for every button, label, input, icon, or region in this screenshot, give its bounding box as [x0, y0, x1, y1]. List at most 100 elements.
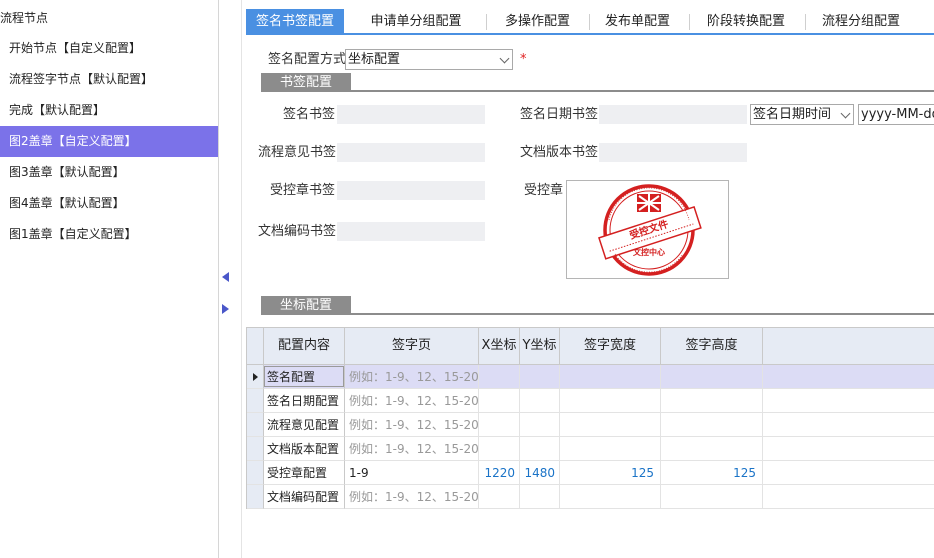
row-page-cell[interactable]: 例如：1-9、12、15-20 — [345, 413, 479, 437]
row-width-cell[interactable] — [560, 437, 661, 461]
row-y-cell[interactable]: 1480 — [520, 461, 560, 485]
sign-date-bookmark-input[interactable] — [599, 105, 747, 124]
method-select[interactable]: 坐标配置 — [345, 49, 513, 70]
row-width-cell[interactable] — [560, 389, 661, 413]
row-width-cell[interactable] — [560, 485, 661, 509]
node-tree-panel: 流程节点 开始节点【自定义配置】 流程签字节点【默认配置】 完成【默认配置】 图… — [0, 0, 219, 558]
row-pointer-icon — [253, 373, 258, 381]
controlled-stamp-image[interactable]: 受控文件 文控中心 — [566, 180, 729, 279]
row-width-cell[interactable] — [560, 365, 661, 389]
tab-application-group[interactable]: 申请单分组配置 — [366, 9, 466, 35]
row-filler — [763, 413, 934, 437]
grid-header-content[interactable]: 配置内容 — [264, 328, 345, 365]
controlled-bookmark-input[interactable] — [337, 181, 485, 200]
tab-separator — [486, 14, 487, 30]
table-row[interactable]: 文档编码配置 例如：1-9、12、15-20 — [247, 485, 934, 509]
row-indicator[interactable] — [247, 437, 264, 461]
panel-splitter[interactable] — [220, 0, 242, 558]
tab-separator — [805, 14, 806, 30]
row-indicator[interactable] — [247, 413, 264, 437]
tab-release-form[interactable]: 发布单配置 — [600, 9, 675, 35]
code-bookmark-label: 文档编码书签 — [258, 224, 337, 239]
row-width-cell[interactable]: 125 — [560, 461, 661, 485]
coordinate-section-title: 坐标配置 — [261, 296, 351, 315]
table-row[interactable]: 签名配置 例如：1-9、12、15-20 — [247, 365, 934, 389]
tab-signature-bookmark[interactable]: 签名书签配置 — [246, 9, 344, 35]
grid-header-filler — [763, 328, 934, 365]
row-height-cell[interactable] — [661, 389, 763, 413]
row-x-cell[interactable] — [479, 389, 520, 413]
row-name-cell[interactable]: 受控章配置 — [264, 461, 345, 485]
row-x-cell[interactable] — [479, 437, 520, 461]
row-indicator[interactable] — [247, 389, 264, 413]
row-page-cell[interactable]: 例如：1-9、12、15-20 — [345, 485, 479, 509]
tab-separator — [689, 14, 690, 30]
tree-item-stamp-2[interactable]: 图2盖章【自定义配置】 — [0, 126, 218, 157]
tree-item-stamp-3[interactable]: 图3盖章【默认配置】 — [0, 157, 218, 188]
row-height-cell[interactable] — [661, 365, 763, 389]
row-indicator[interactable] — [247, 461, 264, 485]
date-format-input[interactable]: yyyy-MM-dd H — [858, 104, 934, 125]
row-y-cell[interactable] — [520, 365, 560, 389]
sign-bookmark-input[interactable] — [337, 105, 485, 124]
required-mark: * — [520, 52, 527, 67]
row-y-cell[interactable] — [520, 413, 560, 437]
row-height-cell[interactable] — [661, 413, 763, 437]
tab-stage-transition[interactable]: 阶段转换配置 — [701, 9, 791, 35]
version-bookmark-input[interactable] — [599, 143, 747, 162]
row-height-cell[interactable] — [661, 485, 763, 509]
row-name-cell[interactable]: 文档版本配置 — [264, 437, 345, 461]
code-bookmark-input[interactable] — [337, 222, 485, 241]
tree-item-sign-node[interactable]: 流程签字节点【默认配置】 — [0, 64, 218, 95]
date-type-select[interactable]: 签名日期时间 — [750, 104, 854, 125]
tree-item-stamp-4[interactable]: 图4盖章【默认配置】 — [0, 188, 218, 219]
row-y-cell[interactable] — [520, 437, 560, 461]
row-y-cell[interactable] — [520, 389, 560, 413]
grid-header-y[interactable]: Y坐标 — [520, 328, 560, 365]
row-indicator[interactable] — [247, 365, 264, 389]
date-type-value: 签名日期时间 — [753, 107, 832, 122]
bookmark-section-title: 书签配置 — [261, 73, 351, 92]
expand-right-arrow-icon[interactable] — [222, 304, 229, 314]
opinion-bookmark-input[interactable] — [337, 143, 485, 162]
row-height-cell[interactable] — [661, 437, 763, 461]
grid-header-page[interactable]: 签字页 — [345, 328, 479, 365]
tree-root-label[interactable]: 流程节点 — [0, 9, 48, 27]
row-x-cell[interactable] — [479, 485, 520, 509]
row-name-cell[interactable]: 签名配置 — [264, 365, 345, 389]
config-tab-bar: 签名书签配置 申请单分组配置 多操作配置 发布单配置 阶段转换配置 流程分组配置 — [246, 9, 934, 35]
row-page-cell[interactable]: 例如：1-9、12、15-20 — [345, 389, 479, 413]
row-width-cell[interactable] — [560, 413, 661, 437]
row-x-cell[interactable] — [479, 413, 520, 437]
row-filler — [763, 485, 934, 509]
tab-process-group[interactable]: 流程分组配置 — [816, 9, 906, 35]
coordinate-grid: 配置内容 签字页 X坐标 Y坐标 签字宽度 签字高度 签名配置 例如：1-9、1… — [246, 327, 934, 509]
row-name-cell[interactable]: 签名日期配置 — [264, 389, 345, 413]
tree-item-finish[interactable]: 完成【默认配置】 — [0, 95, 218, 126]
row-filler — [763, 389, 934, 413]
tab-multi-operation[interactable]: 多操作配置 — [500, 9, 575, 35]
row-x-cell[interactable] — [479, 365, 520, 389]
collapse-left-arrow-icon[interactable] — [222, 272, 229, 282]
table-row[interactable]: 签名日期配置 例如：1-9、12、15-20 — [247, 389, 934, 413]
table-row[interactable]: 文档版本配置 例如：1-9、12、15-20 — [247, 437, 934, 461]
grid-row-header-corner — [247, 328, 264, 365]
table-row[interactable]: 流程意见配置 例如：1-9、12、15-20 — [247, 413, 934, 437]
focus-box — [264, 366, 344, 387]
coordinate-section-header: 坐标配置 — [261, 296, 934, 315]
grid-header-height[interactable]: 签字高度 — [661, 328, 763, 365]
row-x-cell[interactable]: 1220 — [479, 461, 520, 485]
row-y-cell[interactable] — [520, 485, 560, 509]
row-indicator[interactable] — [247, 485, 264, 509]
row-page-cell[interactable]: 例如：1-9、12、15-20 — [345, 437, 479, 461]
row-height-cell[interactable]: 125 — [661, 461, 763, 485]
row-page-cell[interactable]: 例如：1-9、12、15-20 — [345, 365, 479, 389]
row-name-cell[interactable]: 文档编码配置 — [264, 485, 345, 509]
tree-item-start[interactable]: 开始节点【自定义配置】 — [0, 33, 218, 64]
grid-header-width[interactable]: 签字宽度 — [560, 328, 661, 365]
table-row[interactable]: 受控章配置 1-9 1220 1480 125 125 — [247, 461, 934, 485]
tree-item-stamp-1[interactable]: 图1盖章【自定义配置】 — [0, 219, 218, 250]
grid-header-x[interactable]: X坐标 — [479, 328, 520, 365]
row-page-cell[interactable]: 1-9 — [345, 461, 479, 485]
row-name-cell[interactable]: 流程意见配置 — [264, 413, 345, 437]
